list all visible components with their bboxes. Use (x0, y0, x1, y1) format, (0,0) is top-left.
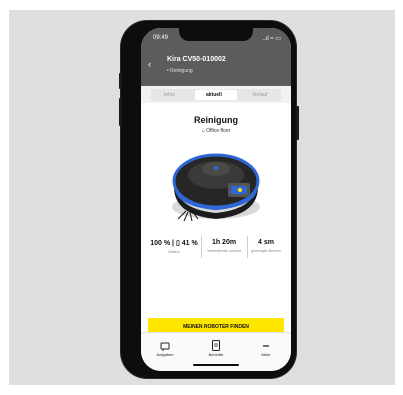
stats-row: 100 % | ▯ 41 % Battery 1h 20m Verbleiben… (149, 232, 283, 262)
area-value: 4 sm (258, 239, 274, 246)
phone-side-button-right (296, 106, 299, 140)
phone-side-button-left (119, 73, 122, 89)
area-stat: 4 sm gereinigter Bereich (249, 232, 283, 262)
nav-reports-label: Berichte (208, 352, 224, 357)
tab-aktuell[interactable]: aktuell (206, 92, 222, 98)
area-label: gereinigter Bereich (251, 249, 281, 253)
device-title: Kira CV50-010002 (167, 56, 226, 63)
status-time: 09:49 (153, 35, 169, 41)
stat-divider (201, 236, 202, 258)
battery-label: Battery (168, 250, 180, 254)
runtime-label: Verbleibende Laufzeit (207, 249, 241, 253)
tab-bar: Infos aktuell Verlauf (141, 86, 291, 103)
task-icon (160, 342, 170, 351)
stat-divider (247, 236, 248, 258)
runtime-value: 1h 20m (211, 239, 237, 246)
battery-value: 100 % | ▯ 41 % (150, 240, 198, 247)
nav-reports[interactable]: Berichte (196, 338, 236, 357)
room-label: ⌂ Office floor (201, 128, 231, 134)
phone-notch (179, 28, 253, 41)
more-icon (263, 345, 269, 347)
chevron-left-icon[interactable]: ‹ (148, 59, 151, 69)
robot-image (172, 153, 260, 222)
nav-tasks[interactable]: Aufgaben (145, 338, 185, 357)
main-content: Reinigung ⌂ Office floor 100 % | ▯ 41 % … (141, 103, 291, 353)
app-header: ‹ Kira CV50-010002 • Reinigung (141, 48, 291, 86)
tab-infos[interactable]: Infos (164, 92, 175, 98)
tab-container: Infos aktuell Verlauf (151, 89, 281, 101)
cleaning-heading: Reinigung (194, 115, 238, 125)
runtime-stat: 1h 20m Verbleibende Laufzeit (203, 232, 245, 262)
tab-verlauf[interactable]: Verlauf (252, 92, 268, 98)
status-icons: ..ıl ≈ ▭ (262, 36, 281, 42)
nav-more[interactable]: Mehr (246, 338, 286, 357)
report-icon (212, 340, 220, 351)
home-indicator[interactable] (193, 364, 239, 366)
battery-stat: 100 % | ▯ 41 % Battery (149, 232, 199, 262)
device-status: • Reinigung (167, 68, 193, 74)
phone-side-button-left-2 (119, 98, 122, 126)
nav-tasks-label: Aufgaben (156, 352, 174, 357)
phone-screen: 09:49 ..ıl ≈ ▭ ‹ Kira CV50-010002 • Rein… (141, 28, 291, 371)
nav-more-label: Mehr (261, 352, 271, 357)
